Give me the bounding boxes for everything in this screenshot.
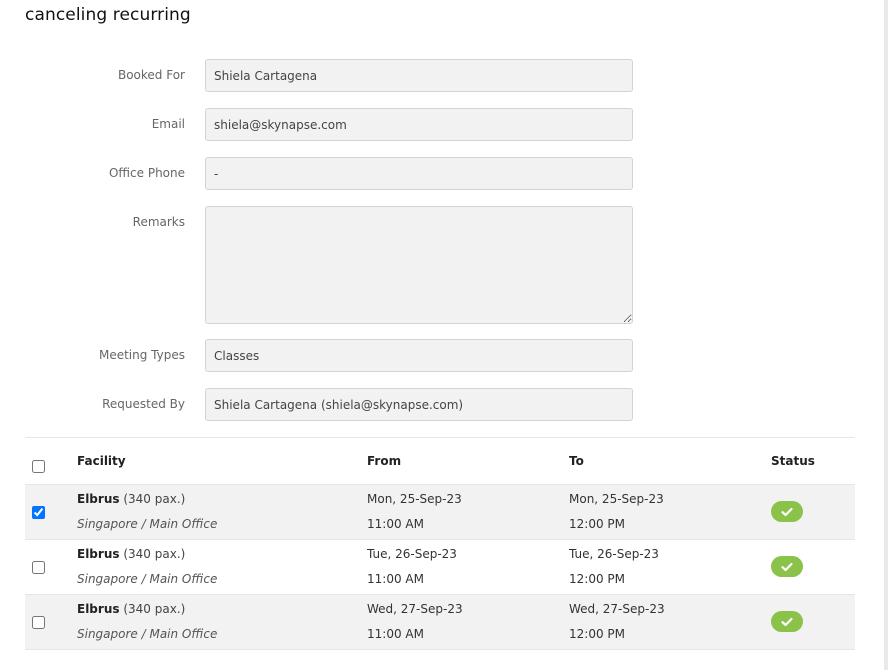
booked-for-field[interactable] [205,59,633,92]
facility-cell: Elbrus (340 pax.) [77,547,185,561]
from-time: 11:00 AM [367,627,424,641]
office-phone-label: Office Phone [108,166,185,180]
status-badge [771,501,803,522]
to-date: Wed, 27-Sep-23 [569,602,665,616]
to-time: 12:00 PM [569,517,625,531]
to-date: Mon, 25-Sep-23 [569,492,664,506]
facility-name: Elbrus [77,492,120,506]
select-all-checkbox[interactable] [32,460,45,473]
page-title: canceling recurring [25,5,191,25]
status-header: Status [771,454,815,468]
meeting-types-label: Meeting Types [98,348,185,362]
check-icon [781,617,793,626]
table-row[interactable]: Elbrus (340 pax.) Singapore / Main Offic… [25,540,855,595]
to-time: 12:00 PM [569,572,625,586]
from-time: 11:00 AM [367,572,424,586]
from-header: From [367,454,402,468]
from-date: Wed, 27-Sep-23 [367,602,463,616]
row-checkbox[interactable] [32,561,45,574]
remarks-label: Remarks [132,215,185,229]
row-checkbox[interactable] [32,506,45,519]
facility-capacity: (340 pax.) [123,602,186,616]
from-date: Tue, 26-Sep-23 [367,547,457,561]
facility-cell: Elbrus (340 pax.) [77,492,185,506]
table-row[interactable]: Elbrus (340 pax.) Singapore / Main Offic… [25,595,855,650]
row-checkbox[interactable] [32,616,45,629]
to-header: To [569,454,584,468]
booked-for-label: Booked For [117,68,185,82]
from-time: 11:00 AM [367,517,424,531]
check-icon [781,562,793,571]
recurring-bookings-table: Facility From To Status Elbrus (340 pax.… [25,437,855,650]
meeting-types-field[interactable] [205,339,633,372]
check-icon [781,507,793,516]
facility-cell: Elbrus (340 pax.) [77,602,185,616]
facility-header: Facility [77,454,126,468]
facility-name: Elbrus [77,602,120,616]
email-label: Email [151,117,185,131]
requested-by-field[interactable] [205,388,633,421]
facility-location: Singapore / Main Office [77,517,218,531]
facility-location: Singapore / Main Office [77,627,218,641]
scrollbar-track[interactable] [884,0,888,670]
facility-location: Singapore / Main Office [77,572,218,586]
facility-capacity: (340 pax.) [123,547,186,561]
facility-capacity: (340 pax.) [123,492,186,506]
to-date: Tue, 26-Sep-23 [569,547,659,561]
remarks-textarea[interactable] [205,206,633,324]
booking-detail-panel: canceling recurring Booked For Email Off… [0,0,884,670]
status-badge [771,556,803,577]
table-header: Facility From To Status [25,438,855,485]
from-date: Mon, 25-Sep-23 [367,492,462,506]
email-field[interactable] [205,108,633,141]
to-time: 12:00 PM [569,627,625,641]
office-phone-field[interactable] [205,157,633,190]
requested-by-label: Requested By [102,397,185,411]
table-row[interactable]: Elbrus (340 pax.) Singapore / Main Offic… [25,485,855,540]
status-badge [771,611,803,632]
facility-name: Elbrus [77,547,120,561]
